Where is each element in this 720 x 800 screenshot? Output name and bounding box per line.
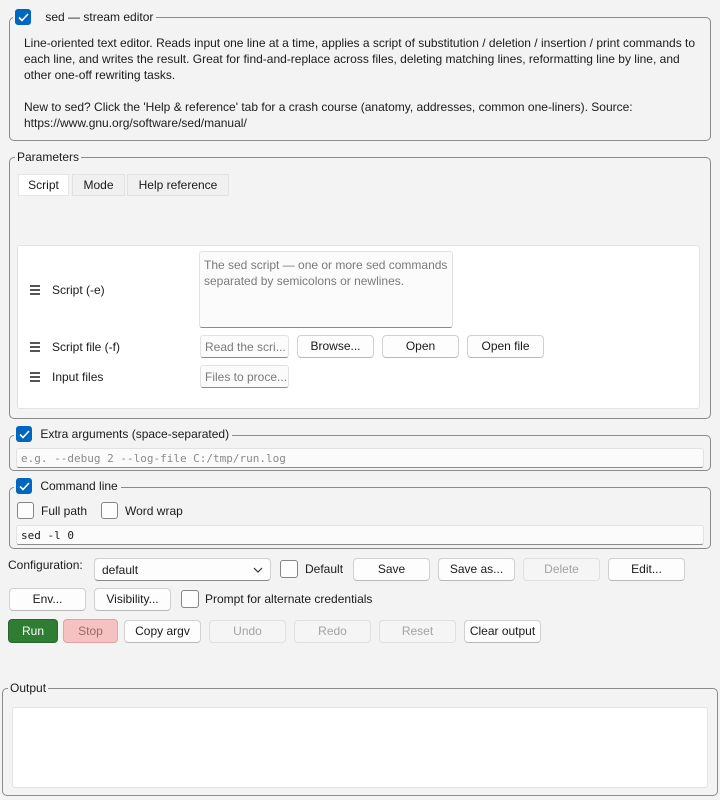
configuration-selected: default	[102, 563, 139, 577]
extra-args-legend: Extra arguments (space-separated)	[14, 426, 233, 443]
copy-argv-button[interactable]: Copy argv	[124, 620, 201, 643]
input-files-placeholder: Files to proce...	[205, 370, 288, 384]
tab-help-reference[interactable]: Help reference	[127, 174, 229, 196]
chevron-down-icon	[253, 567, 263, 573]
default-checkbox[interactable]	[280, 560, 298, 578]
redo-button[interactable]: Redo	[294, 620, 371, 643]
checkmark-icon	[19, 482, 30, 491]
tool-title: sed — stream editor	[45, 10, 154, 25]
open-button[interactable]: Open	[382, 335, 459, 358]
script-textarea[interactable]: The sed script — one or more sed command…	[199, 251, 453, 328]
save-as-button[interactable]: Save as...	[438, 558, 515, 581]
command-line-value: sed -l 0	[21, 529, 74, 542]
input-files-label: Input files	[52, 370, 104, 384]
command-line-checkbox[interactable]	[16, 478, 32, 494]
reset-button[interactable]: Reset	[379, 620, 456, 643]
save-button[interactable]: Save	[353, 558, 430, 581]
configuration-label: Configuration:	[8, 558, 83, 572]
command-line-field[interactable]: sed -l 0	[16, 525, 704, 545]
tool-description: Line-oriented text editor. Reads input o…	[24, 36, 696, 82]
undo-button[interactable]: Undo	[209, 620, 286, 643]
env-button[interactable]: Env...	[9, 588, 86, 611]
word-wrap-checkbox[interactable]	[101, 502, 118, 519]
prompt-credentials-checkbox[interactable]	[181, 590, 199, 608]
extra-args-placeholder: e.g. --debug 2 --log-file C:/tmp/run.log	[21, 452, 286, 465]
tab-mode[interactable]: Mode	[72, 174, 125, 196]
parameters-legend: Parameters	[15, 150, 82, 164]
extra-args-input[interactable]: e.g. --debug 2 --log-file C:/tmp/run.log	[16, 448, 704, 468]
default-label: Default	[305, 562, 344, 576]
browse-button[interactable]: Browse...	[297, 335, 374, 358]
script-file-placeholder: Read the scri...	[205, 340, 286, 354]
full-path-label: Full path	[41, 504, 88, 518]
full-path-checkbox[interactable]	[17, 502, 34, 519]
drag-handle-icon[interactable]	[30, 285, 40, 297]
script-placeholder: The sed script — one or more sed command…	[204, 258, 448, 288]
tool-header-legend: sed — stream editor	[13, 9, 157, 26]
output-text	[13, 708, 707, 716]
extra-args-checkbox[interactable]	[16, 426, 32, 442]
input-files-input[interactable]: Files to proce...	[200, 365, 289, 388]
clear-output-button[interactable]: Clear output	[464, 620, 541, 643]
delete-button[interactable]: Delete	[523, 558, 600, 581]
drag-handle-icon[interactable]	[30, 342, 40, 354]
tab-script[interactable]: Script	[18, 174, 69, 196]
open-file-button[interactable]: Open file	[467, 335, 544, 358]
script-file-label: Script file (-f)	[52, 340, 121, 354]
checkmark-icon	[18, 13, 29, 22]
stop-button[interactable]: Stop	[63, 619, 118, 643]
visibility-button[interactable]: Visibility...	[94, 588, 171, 611]
extra-args-label: Extra arguments (space-separated)	[40, 427, 230, 442]
output-text-area[interactable]	[12, 707, 708, 788]
edit-button[interactable]: Edit...	[608, 558, 685, 581]
tool-enable-checkbox[interactable]	[15, 9, 31, 25]
checkmark-icon	[19, 430, 30, 439]
command-line-label: Command line	[40, 479, 118, 494]
script-label: Script (-e)	[52, 283, 105, 297]
configuration-select[interactable]: default	[94, 558, 271, 581]
command-line-legend: Command line	[14, 478, 121, 495]
output-legend: Output	[8, 681, 49, 695]
drag-handle-icon[interactable]	[30, 372, 40, 384]
prompt-credentials-label: Prompt for alternate credentials	[205, 592, 373, 606]
run-button[interactable]: Run	[8, 619, 58, 643]
script-file-input[interactable]: Read the scri...	[200, 335, 289, 358]
tool-help-note: New to sed? Click the 'Help & reference'…	[24, 100, 633, 130]
word-wrap-label: Word wrap	[125, 504, 183, 518]
